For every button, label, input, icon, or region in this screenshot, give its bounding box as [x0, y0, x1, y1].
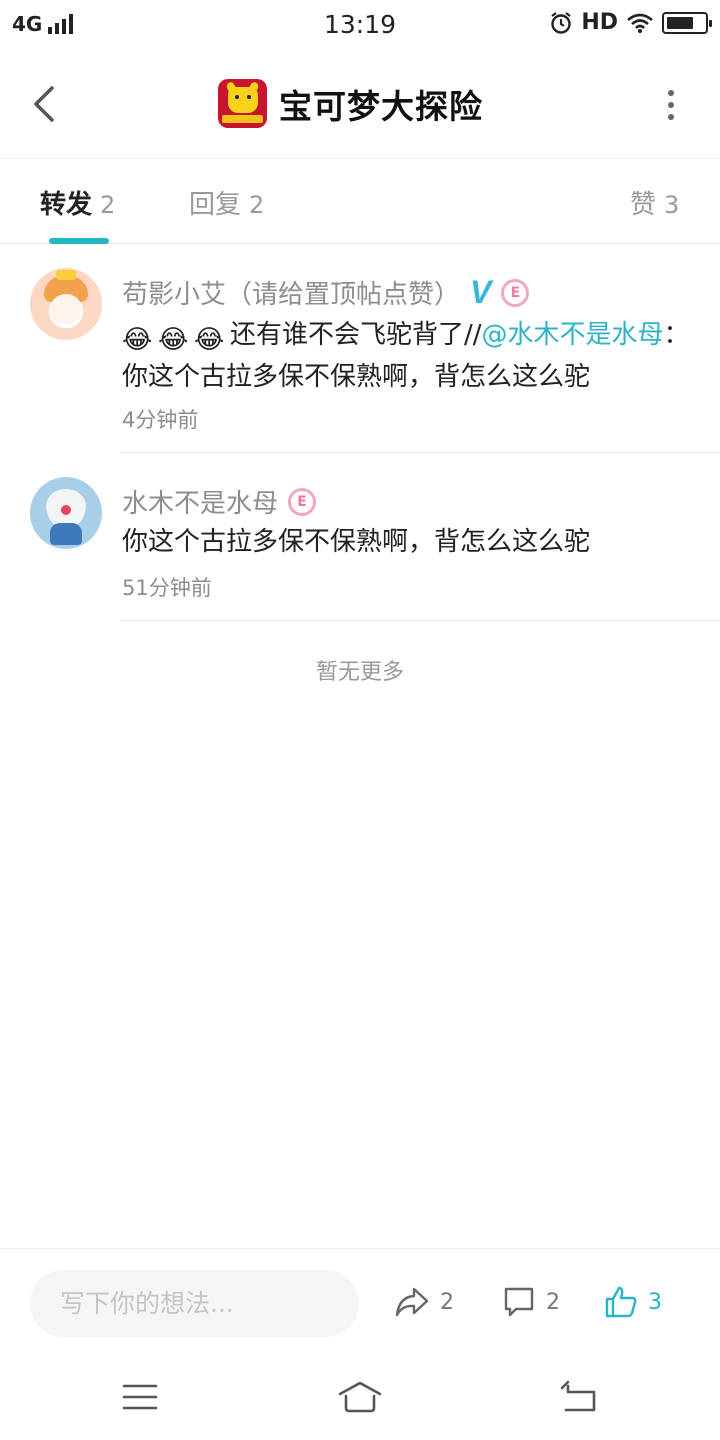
alarm-icon: [551, 11, 572, 34]
more-dot-icon: [668, 114, 674, 120]
user-name[interactable]: 水木不是水母: [122, 483, 278, 520]
wifi-icon: [627, 13, 653, 33]
system-nav-bar: [0, 1354, 720, 1440]
thumbs-up-icon: [605, 1286, 637, 1318]
home-icon[interactable]: [336, 1380, 384, 1414]
like-button[interactable]: 3: [604, 1285, 662, 1319]
header: 宝可梦大探险: [0, 52, 720, 159]
share-button[interactable]: 2: [394, 1285, 454, 1319]
level-badge: E: [288, 487, 317, 516]
tab-label: 转发: [40, 190, 93, 220]
verified-badge: V: [470, 274, 492, 310]
comment-count: 2: [546, 1289, 560, 1315]
comment-header: 苟影小艾（请给置顶帖点赞） V E: [122, 274, 530, 311]
tab-bar: 转发 2 回复 2 赞 3: [0, 160, 720, 244]
comment-time: 51分钟前: [122, 576, 212, 600]
tab-count: 2: [100, 191, 116, 219]
tab-forward[interactable]: 转发 2: [40, 184, 115, 221]
share-count: 2: [440, 1289, 454, 1315]
tab-replies[interactable]: 回复 2: [189, 184, 264, 221]
comment-text-part: 还有谁不会飞驼背了//: [230, 320, 482, 350]
comment-header: 水木不是水母 E: [122, 483, 317, 520]
comment-button[interactable]: 2: [502, 1285, 560, 1319]
tab-label: 赞: [630, 190, 657, 220]
list-item[interactable]: 苟影小艾（请给置顶帖点赞） V E 😂 😂 😂 还有谁不会飞驼背了//@水木不是水母：…: [0, 244, 720, 453]
no-more-label: 暂无更多: [315, 660, 404, 685]
laugh-cry-emoji-icon: 😂: [122, 325, 153, 355]
avatar[interactable]: [30, 477, 102, 549]
back-button[interactable]: [26, 82, 66, 126]
like-count: 3: [648, 1289, 662, 1315]
hd-indicator: HD: [581, 10, 618, 35]
page-title: 宝可梦大探险: [279, 86, 483, 126]
avatar[interactable]: [30, 268, 102, 340]
user-name[interactable]: 苟影小艾（请给置顶帖点赞）: [122, 274, 460, 311]
comment-bubble-icon: [504, 1287, 534, 1317]
divider: [120, 620, 720, 621]
back-nav-icon[interactable]: [558, 1380, 602, 1414]
comment-text: 你这个古拉多保不保熟啊，背怎么这么驼: [122, 527, 591, 557]
bottom-action-bar: 2 2 3: [0, 1248, 720, 1354]
comment-text: 😂 😂 😂 还有谁不会飞驼背了//@水木不是水母：你这个古拉多保不保熟啊，背怎么这么驼: [122, 314, 692, 398]
comment-time: 4分钟前: [122, 408, 199, 432]
status-right: HD: [549, 10, 712, 35]
more-dot-icon: [668, 102, 674, 108]
tab-label: 回复: [189, 190, 242, 220]
more-options-button[interactable]: [666, 90, 676, 120]
header-title-group[interactable]: 宝可梦大探险: [218, 79, 483, 128]
app-icon: [218, 79, 267, 128]
tab-count: 3: [664, 191, 680, 219]
status-bar: 4G 13:19 HD: [0, 0, 720, 52]
tab-count: 2: [249, 191, 265, 219]
more-dot-icon: [668, 90, 674, 96]
laugh-cry-emoji-icon: 😂: [194, 325, 225, 355]
list-item[interactable]: 水木不是水母 E 你这个古拉多保不保熟啊，背怎么这么驼 51分钟前: [0, 453, 720, 621]
user-mention-link[interactable]: @水木不是水母: [482, 320, 664, 350]
laugh-cry-emoji-icon: 😂: [158, 325, 189, 355]
level-badge: E: [501, 278, 530, 307]
menu-icon[interactable]: [118, 1380, 162, 1414]
battery-icon: [662, 11, 712, 34]
comment-input[interactable]: [30, 1270, 359, 1337]
share-icon: [395, 1287, 429, 1317]
tab-likes[interactable]: 赞 3: [630, 184, 679, 221]
